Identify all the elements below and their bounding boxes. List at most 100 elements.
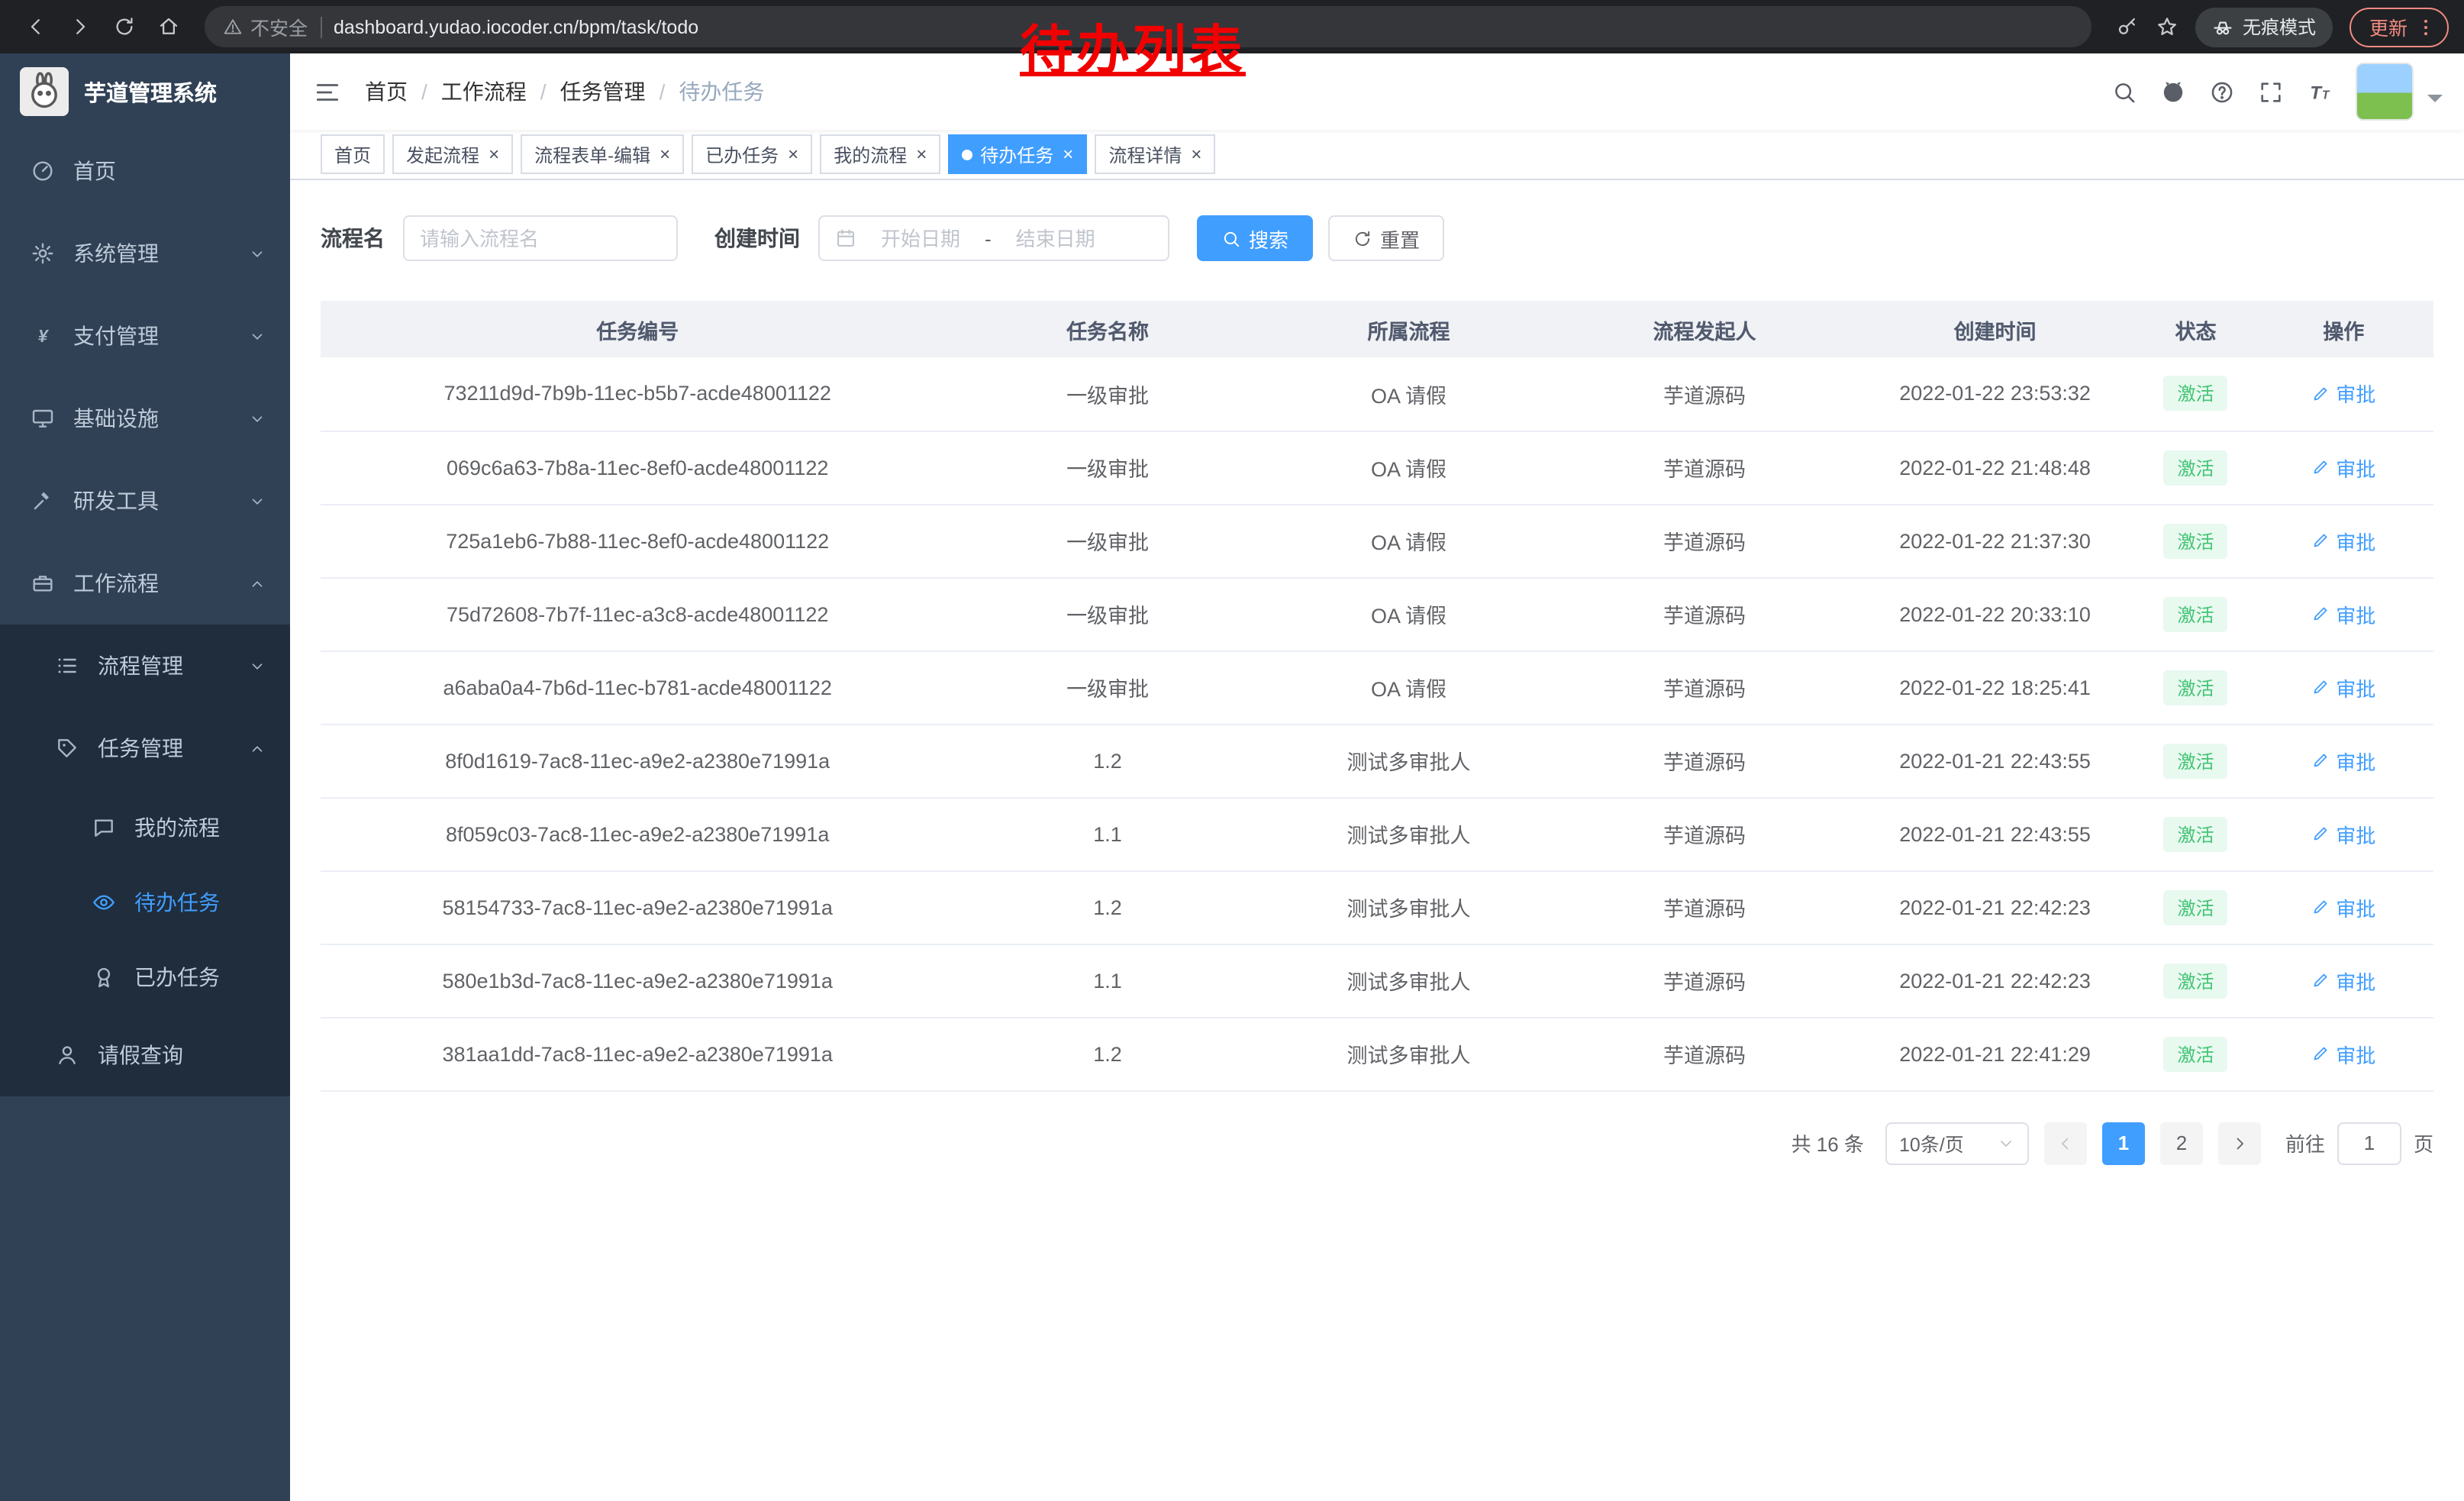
sidebar-item-infra[interactable]: 基础设施	[0, 377, 290, 460]
sidebar-item-payment[interactable]: ¥ 支付管理	[0, 295, 290, 377]
search-icon	[1221, 228, 1241, 248]
tab-start-process[interactable]: 发起流程×	[392, 134, 513, 174]
date-start-input[interactable]	[866, 227, 976, 250]
reset-button[interactable]: 重置	[1328, 215, 1444, 261]
approve-link[interactable]: 审批	[2311, 599, 2375, 628]
search-icon[interactable]	[2111, 79, 2137, 105]
cell-task-id: 8f0d1619-7ac8-11ec-a9e2-a2380e71991a	[321, 724, 954, 797]
column-header: 所属流程	[1261, 301, 1557, 357]
cell-process: OA 请假	[1261, 650, 1557, 724]
cell-initiator: 芋道源码	[1556, 431, 1853, 504]
sidebar-item-label: 支付管理	[73, 321, 159, 351]
sidebar-item-task-mgmt[interactable]: 任务管理	[0, 707, 290, 789]
cell-process: 测试多审批人	[1261, 797, 1557, 870]
approve-link[interactable]: 审批	[2311, 746, 2375, 775]
tab-todo-task[interactable]: 待办任务×	[948, 134, 1087, 174]
close-icon[interactable]: ×	[786, 145, 798, 163]
sidebar-item-system[interactable]: 系统管理	[0, 212, 290, 295]
pencil-icon	[2311, 605, 2330, 623]
help-icon[interactable]	[2209, 79, 2235, 105]
question-icon	[2209, 79, 2235, 105]
cell-task-id: 725a1eb6-7b88-11ec-8ef0-acde48001122	[321, 504, 954, 577]
tab-done-task[interactable]: 已办任务×	[692, 134, 812, 174]
sidebar-item-workflow[interactable]: 工作流程	[0, 542, 290, 625]
page-size-select[interactable]: 10条/页	[1885, 1122, 2029, 1164]
prev-page-button[interactable]	[2044, 1122, 2087, 1164]
status-badge: 激活	[2164, 523, 2228, 558]
approve-link[interactable]: 审批	[2311, 379, 2375, 408]
eye-icon	[92, 889, 116, 914]
process-name-input[interactable]	[420, 227, 661, 250]
breadcrumb-item: 待办任务	[679, 76, 764, 107]
approve-link[interactable]: 审批	[2311, 453, 2375, 482]
table-row: 8f059c03-7ac8-11ec-a9e2-a2380e71991a1.1测…	[321, 797, 2433, 870]
cell-task-id: 8f059c03-7ac8-11ec-a9e2-a2380e71991a	[321, 797, 954, 870]
chevron-down-icon	[1997, 1134, 2015, 1152]
sidebar-item-devtools[interactable]: 研发工具	[0, 460, 290, 542]
sidebar-item-label: 待办任务	[134, 886, 220, 917]
approve-link[interactable]: 审批	[2311, 819, 2375, 848]
close-icon[interactable]: ×	[914, 145, 927, 163]
chev-right-icon	[2230, 1134, 2249, 1152]
status-badge: 激活	[2164, 596, 2228, 631]
bookmark-star-icon[interactable]	[2156, 15, 2179, 38]
cell-process: 测试多审批人	[1261, 944, 1557, 1017]
approve-link[interactable]: 审批	[2311, 526, 2375, 555]
close-icon[interactable]: ×	[1061, 145, 1073, 163]
security-indicator[interactable]: 不安全	[223, 12, 308, 41]
tab-home[interactable]: 首页	[321, 134, 385, 174]
collapse-sidebar-button[interactable]	[313, 77, 342, 106]
cell-created: 2022-01-21 22:42:23	[1853, 944, 2138, 1017]
font-size-icon[interactable]: TT	[2307, 79, 2333, 105]
browser-back-button[interactable]	[15, 6, 56, 47]
approve-link[interactable]: 审批	[2311, 673, 2375, 702]
tab-process-detail[interactable]: 流程详情×	[1095, 134, 1215, 174]
date-range-picker[interactable]: -	[818, 215, 1169, 261]
sidebar-item-leave-query[interactable]: 请假查询	[0, 1014, 290, 1096]
svg-text:T: T	[2310, 82, 2323, 103]
avatar-caret-icon[interactable]	[2427, 95, 2443, 110]
sidebar-item-label: 流程管理	[98, 650, 183, 681]
close-icon[interactable]: ×	[1189, 145, 1201, 163]
next-page-button[interactable]	[2218, 1122, 2261, 1164]
sidebar-item-home[interactable]: 首页	[0, 130, 290, 212]
github-icon[interactable]	[2160, 79, 2186, 105]
svg-text:¥: ¥	[38, 326, 50, 346]
task-table-body: 73211d9d-7b9b-11ec-b5b7-acde48001122一级审批…	[321, 357, 2433, 1090]
date-end-input[interactable]	[1001, 227, 1111, 250]
cell-process: 测试多审批人	[1261, 1017, 1557, 1090]
page-button-1[interactable]: 1	[2102, 1122, 2145, 1164]
approve-link[interactable]: 审批	[2311, 893, 2375, 922]
svg-text:T: T	[2322, 89, 2330, 102]
sidebar-item-done-task[interactable]: 已办任务	[0, 939, 290, 1014]
user-avatar[interactable]	[2356, 63, 2414, 121]
close-icon[interactable]: ×	[658, 145, 670, 163]
search-button[interactable]: 搜索	[1197, 215, 1313, 261]
browser-forward-button[interactable]	[60, 6, 101, 47]
page-button-2[interactable]: 2	[2160, 1122, 2203, 1164]
app-logo-row[interactable]: 芋道管理系统	[0, 53, 290, 130]
browser-home-button[interactable]	[148, 6, 189, 47]
close-icon[interactable]: ×	[487, 145, 499, 163]
approve-link[interactable]: 审批	[2311, 966, 2375, 995]
browser-reload-button[interactable]	[104, 6, 145, 47]
tab-form-edit[interactable]: 流程表单-编辑×	[521, 134, 684, 174]
sidebar-item-my-process[interactable]: 我的流程	[0, 789, 290, 864]
gear-icon	[31, 241, 55, 266]
incognito-icon	[2212, 16, 2233, 37]
fullscreen-icon[interactable]	[2258, 79, 2284, 105]
goto-page-input[interactable]	[2337, 1122, 2401, 1164]
browser-update-menu[interactable]: 更新	[2350, 7, 2449, 47]
breadcrumb-item[interactable]: 工作流程	[441, 76, 527, 107]
breadcrumb-item[interactable]: 任务管理	[560, 76, 646, 107]
password-key-icon[interactable]	[2116, 15, 2139, 38]
tab-my-process[interactable]: 我的流程×	[820, 134, 940, 174]
cell-task-name: 一级审批	[954, 650, 1260, 724]
approve-link[interactable]: 审批	[2311, 1039, 2375, 1068]
sidebar-item-process-mgmt[interactable]: 流程管理	[0, 625, 290, 707]
sidebar-item-todo-task[interactable]: 待办任务	[0, 864, 290, 939]
breadcrumb-item[interactable]: 首页	[365, 76, 408, 107]
cell-initiator: 芋道源码	[1556, 577, 1853, 650]
pencil-icon	[2311, 385, 2330, 403]
goto-page: 前往 页	[2285, 1122, 2433, 1164]
